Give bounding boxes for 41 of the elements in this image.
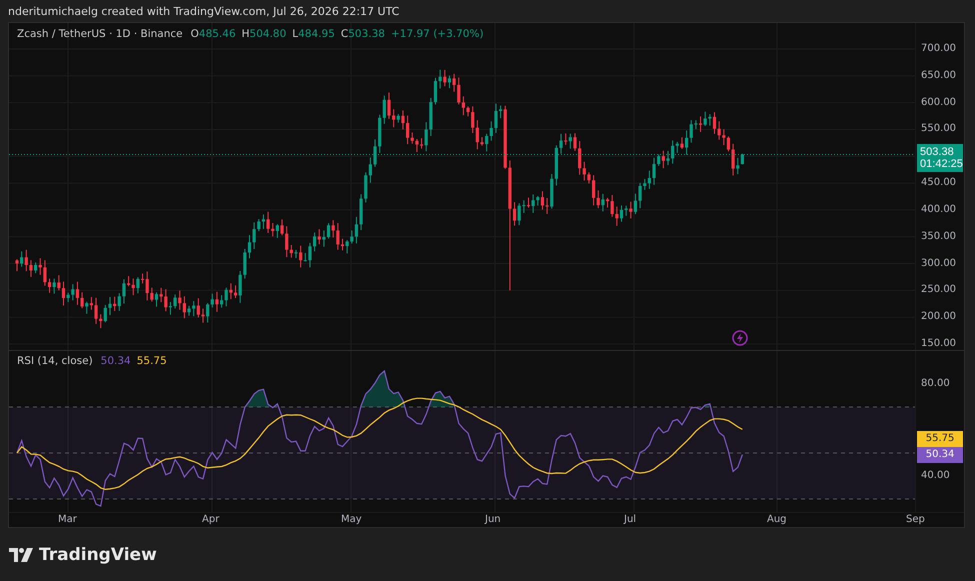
attribution-text: nderitumichaelg created with TradingView.com, Jul 26, 2026 22:17 UTC	[8, 4, 400, 18]
ohlc-value: 504.80	[250, 28, 286, 40]
ohlc-value: 503.38	[348, 28, 385, 40]
ohlc-label: O	[190, 28, 199, 40]
symbol-title: Zcash / TetherUS · 1D · Binance	[17, 28, 183, 40]
month-label: Jul	[624, 514, 636, 525]
rsi-average-badge: 55.75	[917, 430, 964, 447]
rsi-value: 50.34	[100, 355, 131, 367]
month-label: Apr	[202, 514, 220, 525]
price-label: 450.00	[921, 176, 956, 190]
rsi-average-value: 55.75	[136, 355, 167, 367]
price-label: 650.00	[921, 68, 956, 83]
ohlc-label: C	[340, 28, 348, 40]
price-label: 550.00	[921, 122, 956, 136]
price-label: 600.00	[921, 96, 956, 110]
month-label: May	[341, 514, 362, 525]
month-label: Sep	[906, 514, 925, 525]
price-label: 150.00	[921, 337, 956, 352]
price-value: 503.38	[920, 146, 955, 158]
indicator-title: RSI (14, close)	[17, 355, 93, 367]
price-label: 250.00	[921, 283, 956, 298]
month-label: Mar	[58, 514, 77, 525]
month-label: Jun	[485, 514, 501, 525]
month-label: Aug	[767, 514, 787, 525]
countdown-timer: 01:42:25	[920, 158, 960, 170]
ohlc-label: H	[242, 28, 250, 40]
brand-name: TradingView	[39, 544, 157, 564]
rsi-axis-label: 80.00	[921, 377, 950, 391]
change-value: +17.97 (+3.70%)	[391, 28, 484, 40]
lightning-icon[interactable]	[732, 330, 748, 346]
price-label: 350.00	[921, 230, 956, 244]
rsi-axis-label: 40.00	[921, 469, 950, 483]
logo-icon	[9, 548, 33, 562]
price-label: 700.00	[921, 42, 956, 56]
price-label: 300.00	[921, 256, 956, 271]
ohlc-value: 484.95	[298, 28, 335, 40]
price-label: 400.00	[921, 202, 956, 217]
price-label: 200.00	[921, 310, 956, 324]
ohlc-label: L	[292, 28, 298, 40]
ohlc-value: 485.46	[198, 28, 236, 40]
rsi-value-badge: 50.34	[917, 446, 964, 463]
